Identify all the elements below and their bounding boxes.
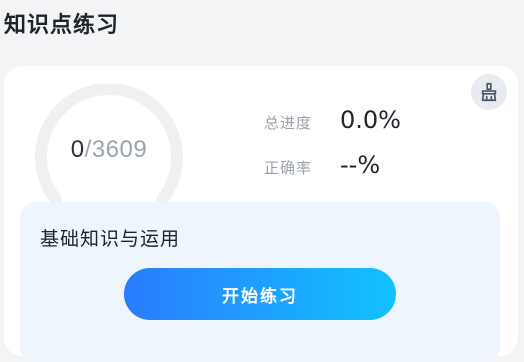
answered-count: 0: [70, 136, 85, 163]
accuracy-label: 正确率: [264, 159, 313, 177]
page-title: 知识点练习: [4, 13, 120, 38]
module-card: 基础知识与运用 开始练习: [20, 202, 500, 362]
accuracy-value: --%: [340, 151, 381, 179]
count-separator: /: [84, 136, 92, 163]
broom-icon: [481, 82, 497, 102]
overall-progress-label: 总进度: [264, 114, 313, 132]
module-title: 基础知识与运用: [40, 228, 181, 250]
clear-progress-button[interactable]: [471, 74, 507, 110]
progress-count: 0/3609: [34, 136, 184, 164]
progress-card: 0/3609 总进度 0.0% 正确率 --% 基础知识与运用 开始练习: [4, 66, 518, 362]
start-practice-button[interactable]: 开始练习: [124, 268, 396, 320]
overall-progress-value: 0.0%: [340, 106, 401, 134]
total-count: 3609: [91, 136, 148, 163]
